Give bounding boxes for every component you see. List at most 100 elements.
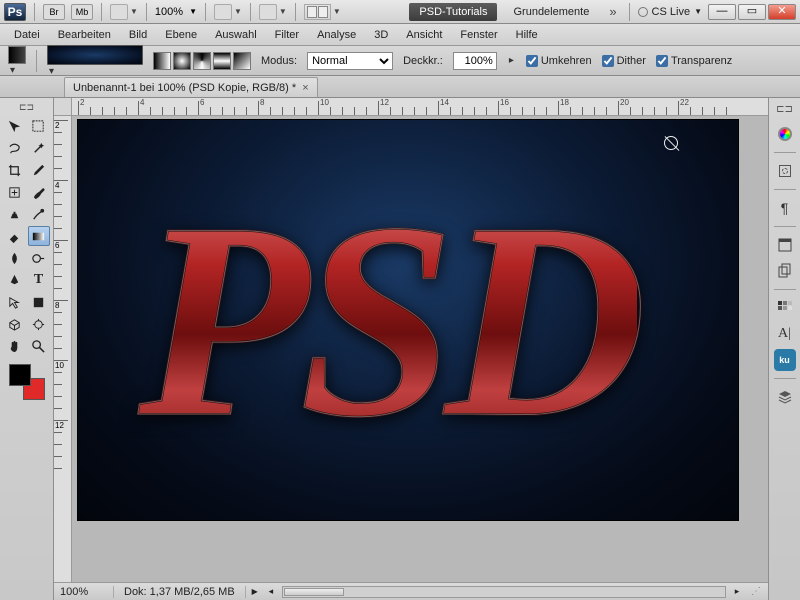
status-zoom[interactable]: 100% [54, 586, 114, 598]
document-tab[interactable]: Unbenannt-1 bei 100% (PSD Kopie, RGB/8) … [64, 77, 318, 97]
masks-panel-icon[interactable] [774, 160, 796, 182]
document-tab-close-icon[interactable]: × [302, 82, 308, 94]
bridge-badge[interactable]: Br [43, 4, 65, 20]
panel-expand-icon[interactable]: ⊏⊐ [776, 104, 793, 115]
menu-auswahl[interactable]: Auswahl [207, 26, 265, 44]
grid-icon [214, 4, 232, 20]
menu-ebene[interactable]: Ebene [157, 26, 205, 44]
menu-3d[interactable]: 3D [366, 26, 396, 44]
gradient-reflected-button[interactable] [213, 52, 231, 70]
gradient-picker[interactable]: ▾ [47, 45, 143, 77]
shape-tool[interactable] [28, 292, 50, 312]
marquee-tool[interactable] [28, 116, 50, 136]
healing-brush-tool[interactable] [4, 182, 26, 202]
crop-tool[interactable] [4, 160, 26, 180]
3d-tool[interactable] [4, 314, 26, 334]
character-panel-icon[interactable]: A| [774, 323, 796, 345]
zoom-level[interactable]: 100% [155, 6, 183, 18]
scroll-right-button[interactable]: ▸ [730, 586, 744, 597]
opacity-label: Deckkr.: [403, 55, 443, 67]
lasso-tool[interactable] [4, 138, 26, 158]
magic-wand-tool[interactable] [28, 138, 50, 158]
ruler-horizontal[interactable]: 246810121416182022 [72, 98, 768, 116]
panel-dock: ⊏⊐ ¶ A| ku [768, 98, 800, 600]
paragraph-panel-icon[interactable]: ¶ [774, 197, 796, 219]
gradient-preview [47, 45, 143, 65]
canvas-area: PSD PSD [72, 116, 768, 582]
cursor-icon [664, 136, 678, 150]
status-bar: 100% Dok: 1,37 MB/2,65 MB ▶ ◂ ▸ ⋰ [54, 582, 768, 600]
screenmode-dropdown[interactable]: ▼ [304, 4, 341, 20]
menu-analyse[interactable]: Analyse [309, 26, 364, 44]
menu-bild[interactable]: Bild [121, 26, 155, 44]
scrollbar-horizontal[interactable] [282, 586, 726, 598]
tools-collapse-icon[interactable]: ⊏⊐ [19, 102, 34, 113]
clone-stamp-tool[interactable] [4, 204, 26, 224]
history-panel-icon[interactable] [774, 234, 796, 256]
menu-datei[interactable]: Datei [6, 26, 48, 44]
move-tool[interactable] [4, 116, 26, 136]
hand-tool[interactable] [4, 336, 26, 356]
view-extras-dropdown[interactable]: ▼ [110, 4, 138, 20]
ruler-origin[interactable] [54, 98, 72, 116]
dodge-tool[interactable] [28, 248, 50, 268]
color-panel-icon[interactable] [774, 123, 796, 145]
menu-hilfe[interactable]: Hilfe [508, 26, 546, 44]
clone-source-panel-icon[interactable] [774, 260, 796, 282]
workspace-tab-psd-tutorials[interactable]: PSD-Tutorials [409, 3, 497, 21]
workspace-tab-grundelemente[interactable]: Grundelemente [503, 3, 599, 21]
mode-select[interactable]: Normal [307, 52, 393, 70]
document-tab-bar: Unbenannt-1 bei 100% (PSD Kopie, RGB/8) … [0, 76, 800, 98]
gradient-tool[interactable] [28, 226, 50, 246]
pen-tool[interactable] [4, 270, 26, 290]
swatches-panel-icon[interactable] [774, 297, 796, 319]
eyedropper-tool[interactable] [28, 160, 50, 180]
status-flyout-icon[interactable]: ▶ [246, 587, 264, 596]
resize-grip-icon[interactable]: ⋰ [744, 586, 768, 597]
main-area: ⊏⊐ T [0, 98, 800, 600]
history-brush-tool[interactable] [28, 204, 50, 224]
status-docinfo[interactable]: Dok: 1,37 MB/2,65 MB [114, 586, 246, 598]
screenmode-icon [304, 4, 331, 20]
cs-live-button[interactable]: CS Live▼ [638, 6, 702, 18]
zoom-tool[interactable] [28, 336, 50, 356]
ruler-vertical[interactable]: 24681012 [54, 116, 72, 582]
opacity-flyout[interactable]: ▸ [507, 55, 516, 66]
3d-camera-tool[interactable] [28, 314, 50, 334]
color-swatches[interactable] [9, 364, 45, 400]
tools-panel: ⊏⊐ T [0, 98, 54, 600]
hand-dropdown[interactable]: ▼ [214, 4, 242, 20]
scroll-left-button[interactable]: ◂ [264, 586, 278, 597]
photoshop-logo: Ps [4, 3, 26, 21]
eraser-tool[interactable] [4, 226, 26, 246]
path-selection-tool[interactable] [4, 292, 26, 312]
menu-filter[interactable]: Filter [267, 26, 307, 44]
minibridge-badge[interactable]: Mb [71, 4, 93, 20]
menu-bearbeiten[interactable]: Bearbeiten [50, 26, 119, 44]
menu-ansicht[interactable]: Ansicht [398, 26, 450, 44]
arrange-dropdown[interactable]: ▼ [259, 4, 287, 20]
workspace-overflow[interactable]: » [605, 4, 620, 19]
gradient-radial-button[interactable] [173, 52, 191, 70]
opacity-input[interactable]: 100% [453, 52, 497, 70]
scrollbar-thumb[interactable] [284, 588, 344, 596]
gradient-linear-button[interactable] [153, 52, 171, 70]
window-maximize-button[interactable]: ▭ [738, 4, 766, 20]
dither-checkbox[interactable]: Dither [602, 55, 646, 67]
blur-tool[interactable] [4, 248, 26, 268]
gradient-diamond-button[interactable] [233, 52, 251, 70]
reverse-checkbox[interactable]: Umkehren [526, 55, 592, 67]
brush-tool[interactable] [28, 182, 50, 202]
menu-fenster[interactable]: Fenster [452, 26, 505, 44]
mode-label: Modus: [261, 55, 297, 67]
window-close-button[interactable]: ✕ [768, 4, 796, 20]
transparency-checkbox[interactable]: Transparenz [656, 55, 732, 67]
tool-preset-picker[interactable]: ▾ [8, 46, 26, 76]
canvas[interactable]: PSD PSD [78, 120, 738, 520]
layers-panel-icon[interactable] [774, 386, 796, 408]
gradient-angle-button[interactable] [193, 52, 211, 70]
kuler-panel-icon[interactable]: ku [774, 349, 796, 371]
foreground-color-swatch[interactable] [9, 364, 31, 386]
window-minimize-button[interactable]: — [708, 4, 736, 20]
type-tool[interactable]: T [28, 270, 50, 290]
